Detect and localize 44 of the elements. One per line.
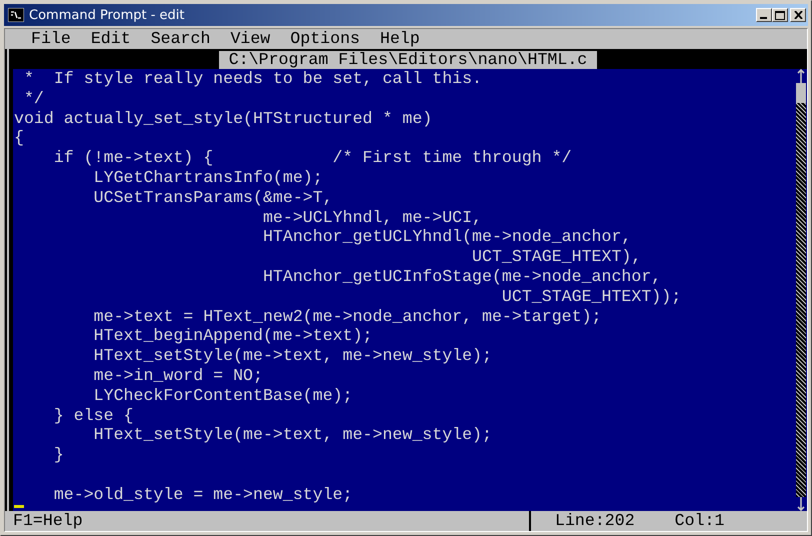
close-button[interactable] — [790, 8, 806, 22]
code-line: me->UCLYhndl, me->UCI, — [262, 208, 482, 228]
minimize-button[interactable] — [756, 8, 772, 22]
code-line: * If style really needs to be set, call this. — [22, 69, 482, 89]
console-icon — [8, 8, 24, 22]
code-line: UCSetTransParams(&me->T, — [92, 188, 333, 208]
code-line: HTAnchor_getUCLYhndl(me->node_anchor, — [262, 227, 632, 248]
code-line: } else { — [52, 406, 134, 426]
menu-item[interactable]: File — [31, 29, 71, 49]
column-number: Col:1 — [674, 511, 724, 531]
code-line: HText_setStyle(me->text, me->new_style); — [92, 425, 492, 446]
scroll-thumb[interactable] — [796, 83, 806, 103]
text-cursor — [14, 504, 24, 508]
code-line: HTAnchor_getUCInfoStage(me->node_anchor, — [262, 266, 662, 287]
editor-area[interactable] — [13, 69, 795, 511]
maximize-button[interactable] — [772, 8, 788, 22]
file-path: C:\Program Files\Editors\nano\HTML.c — [218, 51, 598, 69]
scroll-up-icon[interactable] — [796, 69, 806, 83]
code-line: void actually_set_style(HTStructured * me) — [14, 108, 432, 128]
code-line: me->text = HText_new2(me->node_anchor, me->target); — [92, 306, 602, 326]
close-icon — [794, 11, 802, 19]
code-line: if (!me->text) { /* First time through */ — [52, 148, 572, 168]
menu-item[interactable]: View — [230, 29, 270, 49]
code-line: UCT_STAGE_HTEXT)); — [500, 286, 682, 307]
code-line: HText_setStyle(me->text, me->new_style); — [92, 346, 492, 366]
menu-item[interactable]: Help — [380, 29, 420, 49]
menu-item[interactable]: Options — [290, 29, 360, 49]
code-line: me->in_word = NO; — [92, 366, 263, 386]
scroll-down-icon[interactable] — [796, 497, 806, 511]
code-line: HText_beginAppend(me->text); — [92, 326, 372, 346]
code-line: */ — [22, 88, 44, 109]
menu-item[interactable]: Search — [150, 29, 210, 49]
code-line: LYGetChartransInfo(me); — [92, 168, 323, 188]
help-hint: F1=Help — [13, 511, 84, 531]
code-line: { — [14, 128, 24, 148]
scrollbar[interactable] — [795, 69, 807, 511]
menu-item[interactable]: Edit — [90, 29, 131, 49]
line-number: Line:202 — [555, 511, 635, 531]
window-title: Command Prompt - edit — [29, 8, 186, 22]
code-line: me->old_style = me->new_style; — [52, 484, 353, 505]
code-line: LYCheckForContentBase(me); — [92, 386, 353, 406]
maximize-icon — [775, 10, 785, 20]
code-line: UCT_STAGE_HTEXT), — [471, 247, 642, 267]
code-line: } — [52, 445, 64, 465]
